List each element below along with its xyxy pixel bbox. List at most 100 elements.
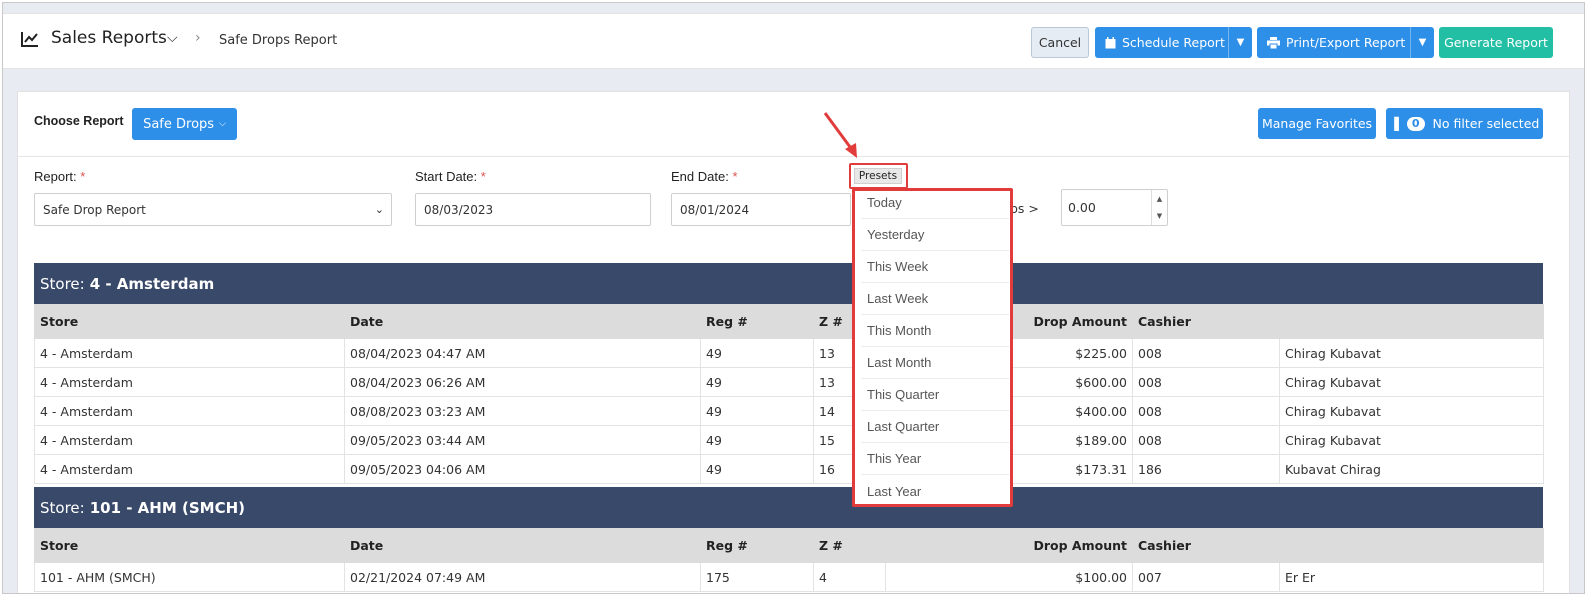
cell-cashier-name: Kubavat Chirag	[1279, 454, 1544, 484]
preset-option[interactable]: This Year	[861, 443, 1009, 475]
preset-option[interactable]: Yesterday	[861, 219, 1009, 251]
table-header-row: Store Date Reg # Z # Drop Amount Cashier	[34, 304, 1544, 339]
store-name: 4 - Amsterdam	[89, 274, 215, 293]
report-table: Store Date Reg # Z # Drop Amount Cashier…	[34, 528, 1544, 592]
cell-store: 4 - Amsterdam	[34, 425, 345, 455]
drops-amount-input[interactable]: 0.00 ▲ ▼	[1061, 189, 1168, 226]
calendar-icon	[1105, 36, 1116, 48]
required-mark: *	[732, 169, 738, 184]
preset-option[interactable]: This Week	[861, 251, 1009, 283]
chevron-down-icon[interactable]: ⌵	[167, 30, 178, 46]
cell-reg: 49	[700, 396, 814, 426]
cell-cashier-name: Chirag Kubavat	[1279, 425, 1544, 455]
report-field-label: Report: *	[34, 169, 85, 184]
preset-option[interactable]: Last Month	[861, 347, 1009, 379]
cell-z: 4	[813, 562, 886, 592]
column-header[interactable]: Reg #	[700, 528, 814, 563]
required-mark: *	[480, 169, 486, 184]
cell-cashier-name: Chirag Kubavat	[1279, 338, 1544, 368]
column-header[interactable]: Reg #	[700, 304, 814, 339]
column-header[interactable]: Z #	[813, 528, 886, 563]
drops-amount-value: 0.00	[1068, 200, 1096, 215]
cancel-button[interactable]: Cancel	[1031, 27, 1089, 58]
column-header[interactable]: Date	[344, 528, 701, 563]
store-group-header: Store: 4 - Amsterdam	[34, 263, 1543, 304]
cell-cashier-name: Chirag Kubavat	[1279, 396, 1544, 426]
table-header-row: Store Date Reg # Z # Drop Amount Cashier	[34, 528, 1544, 563]
filter-count-badge: 0	[1406, 116, 1425, 131]
store-prefix: Store:	[40, 274, 85, 293]
cell-reg: 49	[700, 367, 814, 397]
cell-store: 101 - AHM (SMCH)	[34, 562, 345, 592]
filter-button[interactable]: ▐ 0 No filter selected	[1386, 108, 1543, 139]
end-label-text: End Date:	[671, 169, 729, 184]
preset-option[interactable]: Last Quarter	[861, 411, 1009, 443]
start-date-input[interactable]: 08/03/2023	[415, 193, 651, 226]
table-row: 4 - Amsterdam 08/04/2023 04:47 AM 49 13 $225…	[34, 338, 1544, 368]
spin-up-icon[interactable]: ▲	[1157, 195, 1162, 203]
column-header[interactable]: Drop Amount	[885, 528, 1133, 563]
preset-option[interactable]: This Month	[861, 315, 1009, 347]
choose-report-dropdown[interactable]: Safe Drops ⌵	[132, 108, 237, 140]
table-row: 4 - Amsterdam 09/05/2023 03:44 AM 49 15 $189…	[34, 425, 1544, 455]
chevron-down-icon[interactable]: ▼	[1228, 27, 1252, 58]
generate-report-button[interactable]: Generate Report	[1439, 27, 1553, 58]
cell-cashier-id: 008	[1132, 367, 1280, 397]
cell-cashier-id: 007	[1132, 562, 1280, 592]
cell-date: 08/08/2023 03:23 AM	[344, 396, 701, 426]
column-header[interactable]: Cashier	[1132, 304, 1280, 339]
report-table: Store Date Reg # Z # Drop Amount Cashier…	[34, 304, 1544, 484]
start-date-label: Start Date: *	[415, 169, 486, 184]
cell-date: 02/21/2024 07:49 AM	[344, 562, 701, 592]
manage-favorites-button[interactable]: Manage Favorites	[1258, 108, 1376, 139]
cell-date: 08/04/2023 04:47 AM	[344, 338, 701, 368]
presets-dropdown: Today Yesterday This Week Last Week This…	[852, 188, 1013, 507]
cell-reg: 175	[700, 562, 814, 592]
chevron-right-icon: ›	[195, 30, 201, 46]
drops-threshold-label: ps >	[1010, 201, 1039, 216]
presets-button[interactable]: Presets	[854, 168, 902, 184]
chevron-down-icon: ⌄	[374, 203, 384, 216]
preset-option[interactable]: Today	[861, 187, 1009, 219]
column-header[interactable]: Store	[34, 304, 345, 339]
column-header[interactable]: Date	[344, 304, 701, 339]
filter-icon: ▐	[1389, 116, 1399, 131]
table-row: 4 - Amsterdam 09/05/2023 04:06 AM 49 16 $173…	[34, 454, 1544, 484]
report-select[interactable]: Safe Drop Report ⌄	[34, 193, 392, 226]
cell-store: 4 - Amsterdam	[34, 454, 345, 484]
printer-icon	[1267, 36, 1280, 49]
choose-report-label: Choose Report	[34, 114, 124, 128]
cell-date: 08/04/2023 06:26 AM	[344, 367, 701, 397]
presets-highlight: Presets	[849, 163, 908, 189]
app-frame: Sales Reports ⌵ › Safe Drops Report Canc…	[2, 2, 1585, 594]
page-title: Sales Reports	[51, 28, 167, 48]
cell-cashier-id: 186	[1132, 454, 1280, 484]
cell-store: 4 - Amsterdam	[34, 396, 345, 426]
column-header[interactable]: Cashier	[1132, 528, 1280, 563]
number-spinner[interactable]: ▲ ▼	[1151, 190, 1167, 225]
print-export-button[interactable]: Print/Export Report ▼	[1257, 27, 1434, 58]
print-export-label: Print/Export Report	[1286, 35, 1406, 50]
preset-option[interactable]: Last Week	[861, 283, 1009, 315]
cell-store: 4 - Amsterdam	[34, 338, 345, 368]
schedule-report-button[interactable]: Schedule Report ▼	[1095, 27, 1252, 58]
annotation-arrow-icon	[823, 112, 857, 158]
line-chart-icon	[21, 32, 38, 47]
store-name: 101 - AHM (SMCH)	[89, 498, 245, 517]
top-header: Sales Reports ⌵ › Safe Drops Report Canc…	[3, 13, 1584, 69]
end-date-label: End Date: *	[671, 169, 738, 184]
spin-down-icon[interactable]: ▼	[1157, 212, 1162, 220]
preset-option[interactable]: This Quarter	[861, 379, 1009, 411]
cell-store: 4 - Amsterdam	[34, 367, 345, 397]
column-header[interactable]: Store	[34, 528, 345, 563]
cell-cashier-name: Chirag Kubavat	[1279, 367, 1544, 397]
start-label-text: Start Date:	[415, 169, 478, 184]
preset-option[interactable]: Last Year	[861, 475, 1009, 507]
chevron-down-icon[interactable]: ▼	[1410, 27, 1434, 58]
report-label-text: Report:	[34, 169, 77, 184]
store-prefix: Store:	[40, 498, 85, 517]
table-row: 4 - Amsterdam 08/08/2023 03:23 AM 49 14 $400…	[34, 396, 1544, 426]
cell-amount: $100.00	[885, 562, 1133, 592]
cell-cashier-name: Er Er	[1279, 562, 1544, 592]
end-date-input[interactable]: 08/01/2024	[671, 193, 851, 226]
